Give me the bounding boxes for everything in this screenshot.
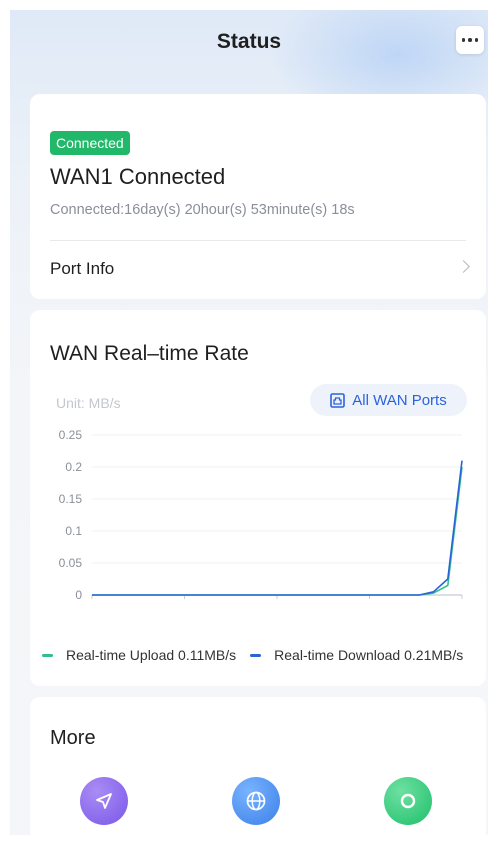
wan-rate-card: WAN Real–time Rate Unit: MB/s All WAN Po… xyxy=(30,310,486,686)
more-options-button[interactable] xyxy=(456,26,484,54)
more-title: More xyxy=(50,727,96,749)
legend-download: Real-time Download 0.21MB/s xyxy=(250,647,463,663)
rate-chart: 0.25 0.2 0.15 0.1 0.05 0 xyxy=(59,428,463,602)
send-icon[interactable] xyxy=(80,777,128,825)
divider xyxy=(50,240,466,241)
status-badge: Connected xyxy=(50,131,130,155)
status-screen: Status Connected WAN1 Connected Connecte… xyxy=(10,10,488,835)
y-tick-label: 0.1 xyxy=(65,524,82,538)
connection-duration: Connected:16day(s) 20hour(s) 53minute(s)… xyxy=(50,202,355,218)
y-tick-label: 0 xyxy=(75,588,82,602)
page-title: Status xyxy=(216,30,282,53)
circle-icon[interactable] xyxy=(384,777,432,825)
wan-status-card: Connected WAN1 Connected Connected:16day… xyxy=(30,94,486,299)
upload-swatch xyxy=(42,653,53,657)
download-swatch xyxy=(250,653,262,657)
y-tick-label: 0.2 xyxy=(65,460,82,474)
legend-upload: Real-time Upload 0.11MB/s xyxy=(42,647,236,663)
wan-title: WAN1 Connected xyxy=(50,164,226,189)
y-tick-label: 0.05 xyxy=(59,556,83,570)
chevron-right-icon xyxy=(457,260,470,273)
legend-download-label: Real-time Download 0.21MB/s xyxy=(274,647,464,663)
more-card: More xyxy=(30,697,486,835)
download-series-line xyxy=(92,460,463,596)
legend-upload-label: Real-time Upload 0.11MB/s xyxy=(66,647,237,663)
ellipsis-icon xyxy=(461,38,466,42)
chart-legend: Real-time Upload 0.11MB/s Real-time Down… xyxy=(30,647,488,663)
port-info-label: Port Info xyxy=(50,259,115,278)
header: Status xyxy=(10,10,488,80)
port-info-row[interactable]: Port Info xyxy=(30,242,486,298)
globe-icon[interactable] xyxy=(232,777,280,825)
y-tick-label: 0.15 xyxy=(59,492,83,506)
y-tick-label: 0.25 xyxy=(59,428,83,442)
